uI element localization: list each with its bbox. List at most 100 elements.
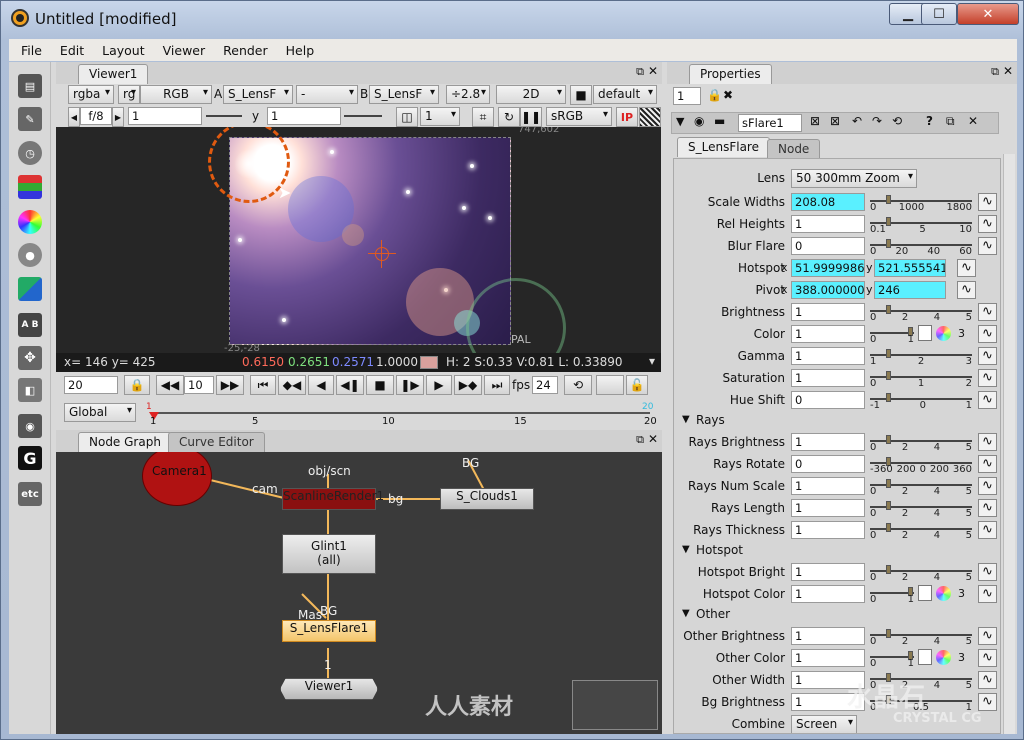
film-icon[interactable]: ▤ [18, 74, 42, 98]
lens-combo[interactable]: 50 300mm Zoom [791, 169, 917, 188]
curve-icon[interactable]: ∿ [978, 693, 997, 711]
node-color-icon[interactable]: ◉ [694, 114, 704, 128]
close-panel-icon[interactable]: ✕ [1003, 64, 1013, 78]
curve-icon[interactable]: ∿ [978, 433, 997, 451]
stripe-icon[interactable] [639, 107, 661, 127]
param-x-field[interactable]: 51.9999986 [791, 259, 865, 277]
circle-icon[interactable]: ● [18, 243, 42, 267]
section-header-rays[interactable]: Rays [696, 413, 725, 427]
view-mode-combo[interactable]: 2D [496, 85, 566, 104]
curve-icon[interactable]: ∿ [978, 369, 997, 387]
param-value-field[interactable]: 1 [791, 325, 865, 343]
color-wheel-icon[interactable] [936, 650, 951, 665]
loop-icon[interactable]: ⟲ [564, 375, 592, 395]
param-value-field[interactable]: 0 [791, 237, 865, 255]
play-backward-icon[interactable]: ◀❚ [336, 375, 364, 395]
param-value-field[interactable]: 1 [791, 477, 865, 495]
menu-file[interactable]: File [21, 43, 42, 58]
param-value-field[interactable]: 0 [791, 455, 865, 473]
param-slider[interactable]: 0 2 4 5 [870, 477, 972, 497]
viewer-icon[interactable]: ▬ [714, 114, 725, 128]
lock-icon[interactable]: 🔒 [707, 88, 722, 102]
cube-icon[interactable]: ◧ [18, 378, 42, 402]
param-slider[interactable]: -360 200 0 200 360 [870, 455, 972, 475]
scanlinerender-node[interactable]: ScanlineRender1 [282, 488, 384, 510]
help-icon[interactable]: ? [926, 114, 933, 128]
param-value-field[interactable]: 0 [791, 391, 865, 409]
gamma-slider[interactable] [344, 108, 382, 126]
param-slider[interactable]: 0 1000 1800 [870, 193, 972, 213]
node-name-field[interactable]: sFlare1 [738, 114, 802, 132]
tab-slensflare[interactable]: S_LensFlare [677, 137, 770, 157]
viewer-canvas[interactable]: ➤ 747,602 -25,-28 PAL [56, 127, 661, 353]
float-icon[interactable]: ⧉ [636, 65, 644, 79]
maximize-button[interactable]: ☐ [921, 3, 957, 25]
rgb-combo[interactable]: RGB [140, 85, 212, 104]
stop-icon[interactable]: ■ [366, 375, 394, 395]
curve-icon[interactable]: ∿ [978, 303, 997, 321]
proxy-combo[interactable]: 1 [420, 107, 460, 126]
curve-icon[interactable]: ∿ [978, 521, 997, 539]
float-icon[interactable]: ⧉ [636, 433, 644, 447]
curve-icon[interactable]: ∿ [978, 499, 997, 517]
param-slider[interactable]: 0 1 2 [870, 369, 972, 389]
curve-icon[interactable]: ∿ [978, 585, 997, 603]
curve-icon[interactable]: ∿ [978, 193, 997, 211]
param-value-field[interactable]: 1 [791, 521, 865, 539]
timeline-lock-icon[interactable]: 🔓 [626, 375, 648, 395]
frame-field[interactable]: 20 [64, 376, 118, 394]
param-value-field[interactable]: 208.08 [791, 193, 865, 211]
max-panels-field[interactable]: 1 [673, 87, 701, 105]
tab-node[interactable]: Node [767, 139, 821, 159]
next-keyframe-icon[interactable]: ▶◆ [454, 375, 482, 395]
section-collapse-icon[interactable]: ▼ [682, 544, 690, 555]
fstop-field[interactable]: f/8 [80, 107, 112, 125]
param-slider[interactable]: -1 0 1 [870, 391, 972, 411]
roi-icon[interactable]: ⌗ [472, 107, 494, 127]
param-value-field[interactable]: 1 [791, 563, 865, 581]
menu-render[interactable]: Render [223, 43, 268, 58]
tab-node-graph[interactable]: Node Graph [78, 432, 172, 452]
param-value-field[interactable]: 1 [791, 347, 865, 365]
tab-properties[interactable]: Properties [689, 64, 772, 84]
time-track[interactable] [152, 412, 650, 414]
color-swatch[interactable] [918, 649, 932, 665]
param-x-field[interactable]: 388.000000 [791, 281, 865, 299]
revert-icon[interactable]: ⟲ [892, 114, 902, 128]
clear-icon[interactable]: ✖ [723, 88, 733, 102]
step-field[interactable]: 10 [184, 376, 214, 394]
curve-icon[interactable]: ∿ [978, 563, 997, 581]
last-frame-icon[interactable]: ⏭ [484, 375, 510, 395]
curve-icon[interactable]: ∿ [957, 281, 976, 299]
param-slider[interactable]: 0 2 4 5 [870, 521, 972, 541]
refresh-icon[interactable]: ↻ [498, 107, 520, 127]
clock-icon[interactable]: ◷ [18, 141, 42, 165]
section-collapse-icon[interactable]: ▼ [682, 608, 690, 619]
section-collapse-icon[interactable]: ▼ [682, 414, 690, 425]
color-wheel-icon[interactable] [18, 210, 42, 234]
param-y-field[interactable]: 246 [874, 281, 946, 299]
eye-icon[interactable]: ◉ [18, 414, 42, 438]
menu-help[interactable]: Help [286, 43, 315, 58]
menu-edit[interactable]: Edit [60, 43, 84, 58]
ip-button[interactable]: IP [616, 107, 638, 127]
button-x2-icon[interactable]: ⊠ [830, 114, 840, 128]
channels-combo[interactable]: rgba [68, 85, 114, 104]
menu-viewer[interactable]: Viewer [163, 43, 206, 58]
curve-icon[interactable]: ∿ [978, 455, 997, 473]
step-back-icon[interactable]: ◀◀ [156, 375, 184, 395]
glint-node[interactable]: Glint1 (all) [282, 534, 376, 574]
section-header-hotspot[interactable]: Hotspot [696, 543, 743, 557]
param-value-field[interactable]: 1 [791, 369, 865, 387]
param-slider[interactable]: 0 2 4 5 [870, 563, 972, 583]
channels-icon[interactable] [18, 175, 42, 199]
zoom-window-icon[interactable]: ◫ [396, 107, 418, 127]
gain-slider[interactable] [206, 108, 242, 126]
b-compare-combo[interactable]: - [296, 85, 358, 104]
step-forward-icon[interactable]: ▶▶ [216, 375, 244, 395]
color-wheel-icon[interactable] [936, 326, 951, 341]
fstop-left-icon[interactable]: ◀ [68, 107, 80, 127]
param-value-field[interactable]: 1 [791, 215, 865, 233]
ab-icon[interactable]: A B [18, 313, 42, 337]
close-panel-icon[interactable]: ✕ [648, 64, 658, 78]
